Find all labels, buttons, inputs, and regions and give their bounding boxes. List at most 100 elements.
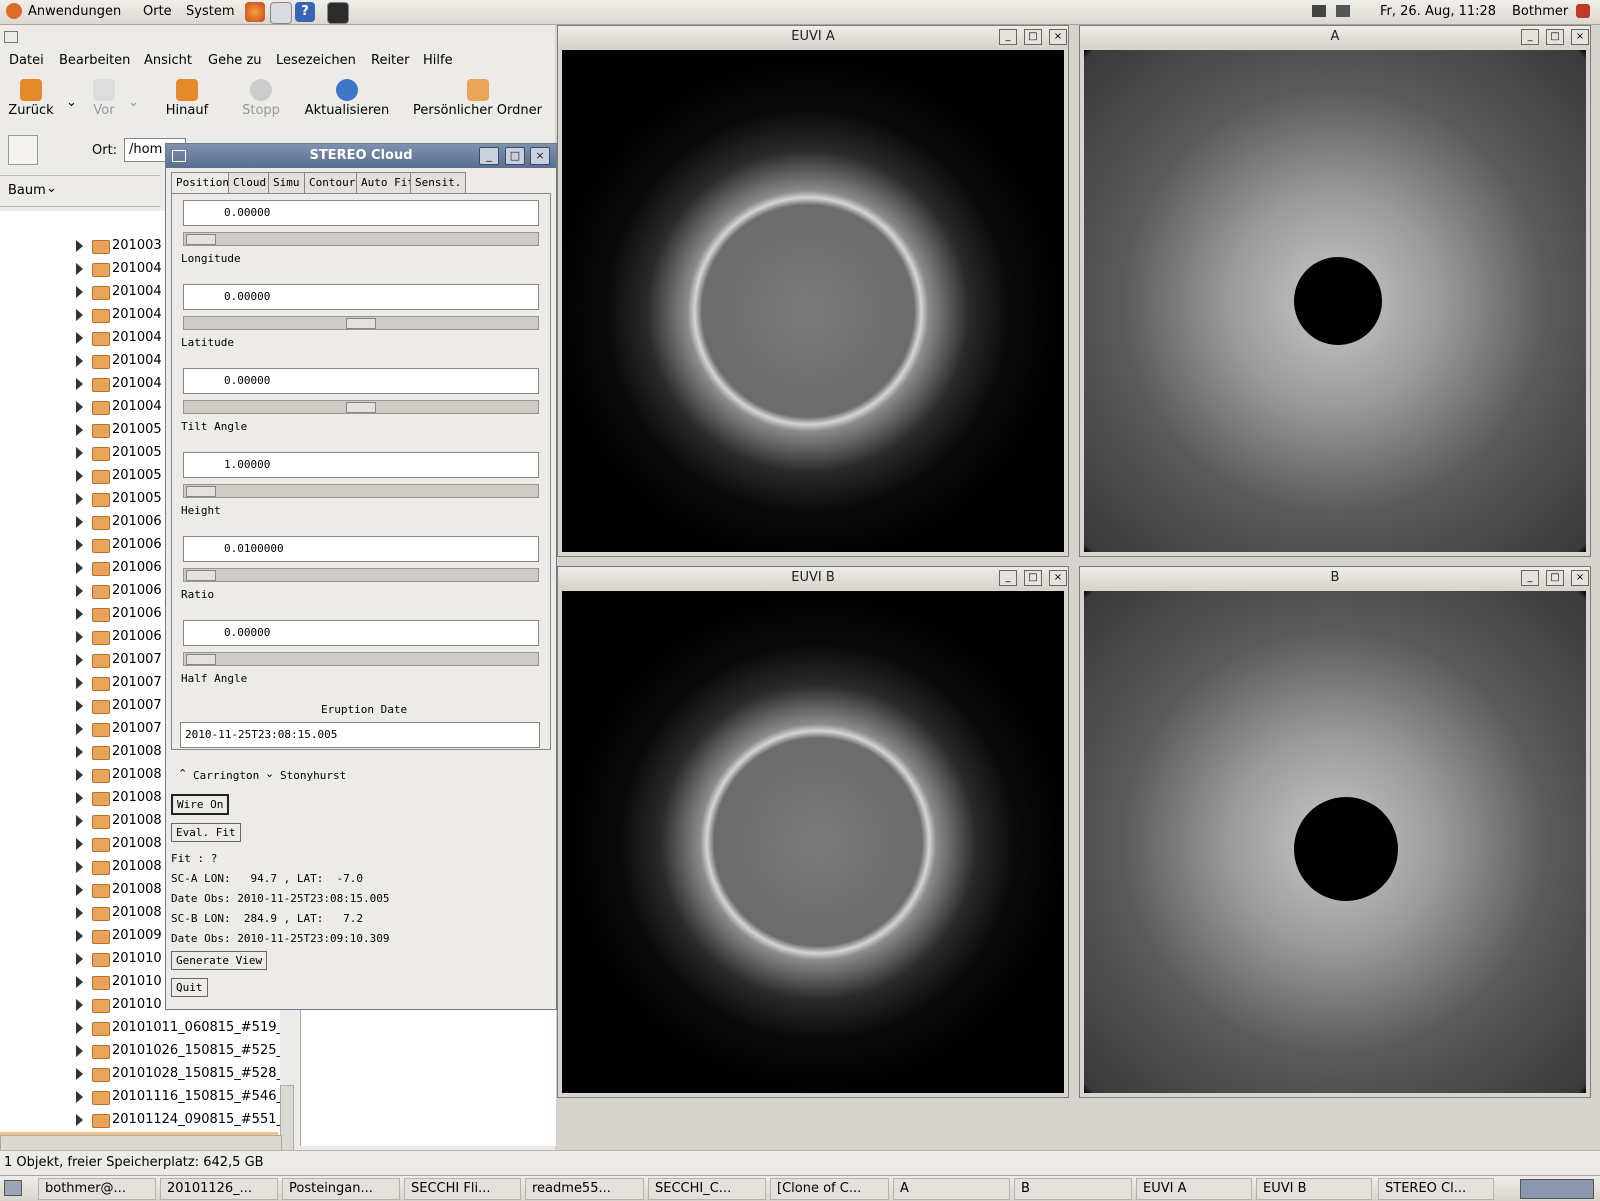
menu-system[interactable]: System <box>186 4 234 19</box>
expand-triangle-icon[interactable] <box>76 631 83 643</box>
view-mode-select[interactable]: Baum ⌄ <box>0 175 160 207</box>
cor-a-image[interactable] <box>1084 50 1586 552</box>
wire-on-button[interactable]: Wire On <box>171 794 230 815</box>
euvi-a-titlebar[interactable]: EUVI A <box>558 26 1068 48</box>
expand-triangle-icon[interactable] <box>76 677 83 689</box>
expand-triangle-icon[interactable] <box>76 654 83 666</box>
tree-scrollbar[interactable] <box>280 1085 294 1160</box>
close-button[interactable]: × <box>1049 29 1067 45</box>
expand-triangle-icon[interactable] <box>76 1068 83 1080</box>
expand-triangle-icon[interactable] <box>76 1022 83 1034</box>
up-button[interactable]: Hinauf <box>162 79 212 118</box>
menu-view[interactable]: Ansicht <box>144 53 192 68</box>
reload-button[interactable]: Aktualisieren <box>303 79 391 118</box>
workspace-switcher[interactable] <box>1520 1179 1594 1199</box>
shutdown-icon[interactable] <box>1576 4 1590 18</box>
latitude-slider[interactable] <box>183 316 539 330</box>
expand-triangle-icon[interactable] <box>76 539 83 551</box>
tab-contour[interactable]: Contour <box>304 172 361 193</box>
expand-triangle-icon[interactable] <box>76 286 83 298</box>
taskbar-button[interactable]: [Clone of C... <box>770 1178 889 1200</box>
taskbar-button[interactable]: B <box>1014 1178 1132 1200</box>
slider-thumb[interactable] <box>186 234 216 245</box>
expand-triangle-icon[interactable] <box>76 999 83 1011</box>
taskbar-button[interactable]: STEREO Cl... <box>1378 1178 1494 1200</box>
terminal-icon[interactable] <box>327 2 349 24</box>
taskbar-button[interactable]: A <box>893 1178 1010 1200</box>
expand-triangle-icon[interactable] <box>76 953 83 965</box>
expand-triangle-icon[interactable] <box>76 907 83 919</box>
taskbar-button[interactable]: Posteingan... <box>282 1178 400 1200</box>
help-icon[interactable]: ? <box>295 2 315 22</box>
menu-file[interactable]: Datei <box>9 53 44 68</box>
expand-triangle-icon[interactable] <box>76 562 83 574</box>
expand-triangle-icon[interactable] <box>76 884 83 896</box>
carrington-radio[interactable]: ⌃ <box>178 767 187 780</box>
cor-b-image[interactable] <box>1084 591 1586 1093</box>
close-button[interactable]: × <box>1049 570 1067 586</box>
slider-thumb[interactable] <box>346 402 376 413</box>
stop-button[interactable]: Stopp <box>238 79 284 118</box>
tab-simu[interactable]: Simu <box>268 172 305 193</box>
show-desktop-icon[interactable] <box>4 1180 22 1196</box>
tab-cloud[interactable]: Cloud <box>228 172 272 193</box>
horizontal-scrollbar[interactable] <box>0 1135 282 1151</box>
half-angle-slider[interactable] <box>183 652 539 666</box>
expand-triangle-icon[interactable] <box>76 585 83 597</box>
slider-thumb[interactable] <box>186 570 216 581</box>
minimize-button[interactable]: _ <box>1521 29 1539 45</box>
window-menu-icon[interactable] <box>4 31 18 43</box>
menu-tabs[interactable]: Reiter <box>371 53 410 68</box>
firefox-icon[interactable] <box>245 2 265 22</box>
ratio-slider[interactable] <box>183 568 539 582</box>
latitude-input[interactable]: 0.00000 <box>183 284 539 310</box>
tab-sensit[interactable]: Sensit. <box>410 172 467 193</box>
menu-go[interactable]: Gehe zu <box>208 53 262 68</box>
expand-triangle-icon[interactable] <box>76 861 83 873</box>
expand-triangle-icon[interactable] <box>76 1114 83 1126</box>
expand-triangle-icon[interactable] <box>76 723 83 735</box>
home-button[interactable]: Persönlicher Ordner <box>410 79 545 118</box>
euvi-b-image[interactable] <box>562 591 1064 1093</box>
taskbar-button[interactable]: 20101126_... <box>160 1178 278 1200</box>
slider-thumb[interactable] <box>186 654 216 665</box>
ratio-input[interactable]: 0.0100000 <box>183 536 539 562</box>
menu-edit[interactable]: Bearbeiten <box>59 53 130 68</box>
euvi-b-titlebar[interactable]: EUVI B <box>558 567 1068 589</box>
clock[interactable]: Fr, 26. Aug, 11:28 <box>1380 4 1496 19</box>
close-button[interactable]: × <box>1571 570 1589 586</box>
expand-triangle-icon[interactable] <box>76 332 83 344</box>
maximize-button[interactable]: □ <box>1546 570 1564 586</box>
expand-triangle-icon[interactable] <box>76 309 83 321</box>
taskbar-button[interactable]: readme55... <box>525 1178 644 1200</box>
slider-thumb[interactable] <box>186 486 216 497</box>
taskbar-button[interactable]: bothmer@... <box>38 1178 156 1200</box>
expand-triangle-icon[interactable] <box>76 746 83 758</box>
expand-triangle-icon[interactable] <box>76 378 83 390</box>
menu-help[interactable]: Hilfe <box>423 53 453 68</box>
tree-folder-row[interactable]: 20101011_060815_#519_ <box>0 1017 280 1040</box>
expand-triangle-icon[interactable] <box>76 516 83 528</box>
back-dropdown-icon[interactable]: ⌄ <box>66 95 77 110</box>
expand-triangle-icon[interactable] <box>76 240 83 252</box>
expand-triangle-icon[interactable] <box>76 355 83 367</box>
expand-triangle-icon[interactable] <box>76 493 83 505</box>
minimize-button[interactable]: _ <box>1521 570 1539 586</box>
menu-bookmarks[interactable]: Lesezeichen <box>276 53 356 68</box>
maximize-button[interactable]: □ <box>1024 570 1042 586</box>
forward-dropdown-icon[interactable]: ⌄ <box>128 95 139 110</box>
expand-triangle-icon[interactable] <box>76 608 83 620</box>
tree-folder-row[interactable]: 20101116_150815_#546_ <box>0 1086 280 1109</box>
close-button[interactable]: × <box>1571 29 1589 45</box>
user-name[interactable]: Bothmer <box>1512 4 1568 19</box>
taskbar-button[interactable]: SECCHI Fli... <box>404 1178 521 1200</box>
edit-location-icon[interactable] <box>8 135 38 165</box>
height-input[interactable]: 1.00000 <box>183 452 539 478</box>
generate-view-button[interactable]: Generate View <box>171 951 268 970</box>
maximize-button[interactable]: □ <box>1024 29 1042 45</box>
menu-applications[interactable]: Anwendungen <box>28 4 121 19</box>
expand-triangle-icon[interactable] <box>76 930 83 942</box>
expand-triangle-icon[interactable] <box>76 838 83 850</box>
taskbar-button[interactable]: SECCHI_C... <box>648 1178 766 1200</box>
back-button[interactable]: Zurück <box>8 79 54 118</box>
